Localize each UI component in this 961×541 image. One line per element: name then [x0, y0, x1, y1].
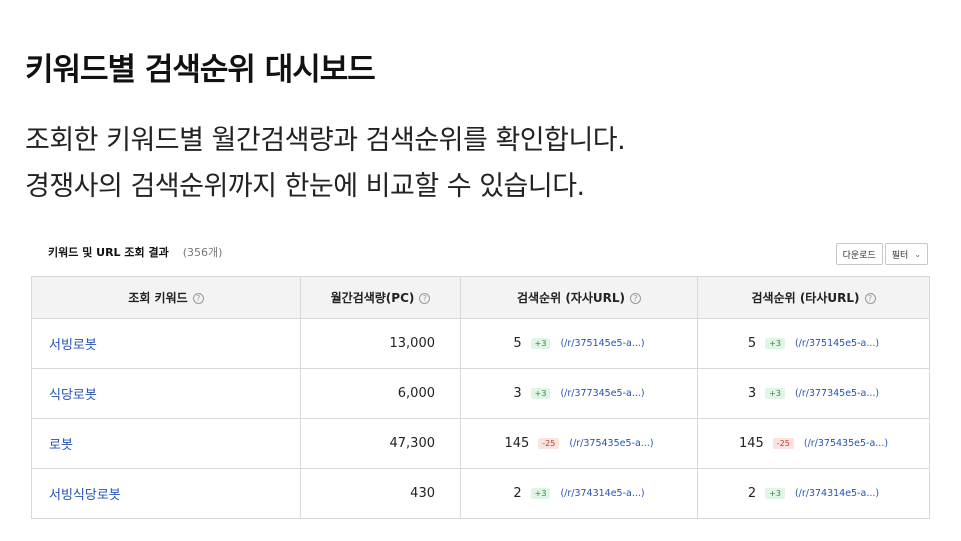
rank-number: 5 — [747, 336, 757, 351]
competitor-rank-cell: 145 -25 (/r/375435e5-a...) — [697, 418, 930, 469]
filter-label: 필터 — [891, 250, 909, 261]
keyword-link[interactable]: 서빙로봇 — [31, 318, 301, 369]
chevron-down-icon: ⌄ — [914, 249, 921, 259]
results-title: 키워드 및 URL 조회 결과 — [48, 246, 169, 259]
competitor-rank-cell: 5 +3 (/r/375145e5-a...) — [697, 318, 930, 369]
rank-number: 145 — [504, 436, 530, 451]
rank-url-link[interactable]: (/r/374314e5-a...) — [560, 488, 644, 499]
rank-number: 5 — [513, 336, 522, 351]
results-toolbar: 다운로드 필터 ⌄ — [835, 243, 928, 265]
help-icon[interactable]: ? — [419, 293, 431, 304]
rank-change-badge: +3 — [765, 338, 785, 349]
help-icon[interactable]: ? — [630, 293, 642, 304]
column-header-keyword: 조회 키워드? — [31, 276, 301, 319]
results-table: 조회 키워드? 월간검색량(PC)? 검색순위 (자사URL)? 검색순위 (타… — [31, 276, 930, 519]
table-row: 식당로봇 6,000 3 +3 (/r/377345e5-a...) 3 +3 (/r/… — [31, 368, 930, 419]
rank-change-badge: +3 — [765, 388, 785, 399]
competitor-rank-cell: 3 +3 (/r/377345e5-a...) — [697, 368, 930, 419]
rank-url-link[interactable]: (/r/377345e5-a...) — [795, 388, 879, 399]
rank-change-badge: +3 — [765, 488, 785, 499]
rank-url-link[interactable]: (/r/375435e5-a...) — [804, 438, 888, 449]
rank-change-badge: +3 — [530, 388, 551, 399]
competitor-rank-cell: 2 +3 (/r/374314e5-a...) — [697, 468, 930, 519]
description-line-2: 경쟁사의 검색순위까지 한눈에 비교할 수 있습니다. — [25, 171, 585, 202]
download-label: 다운로드 — [842, 250, 876, 261]
rank-number: 2 — [513, 486, 522, 501]
own-rank-cell: 5 +3 (/r/375145e5-a...) — [460, 318, 698, 369]
rank-number: 2 — [747, 486, 757, 501]
table-header-row: 조회 키워드? 월간검색량(PC)? 검색순위 (자사URL)? 검색순위 (타… — [31, 276, 930, 319]
monthly-volume: 6,000 — [300, 368, 461, 419]
filter-button[interactable]: 필터 ⌄ — [884, 243, 928, 265]
rank-number: 145 — [738, 436, 764, 451]
results-count: (356개) — [182, 246, 223, 259]
rank-change-badge: +3 — [530, 488, 551, 499]
keyword-link[interactable]: 식당로봇 — [31, 368, 301, 419]
rank-url-link[interactable]: (/r/375435e5-a...) — [569, 438, 653, 449]
table-row: 서빙식당로봇 430 2 +3 (/r/374314e5-a...) 2 +3 (/r/… — [31, 468, 930, 519]
page-title: 키워드별 검색순위 대시보드 — [25, 52, 376, 88]
rank-change-badge: +3 — [530, 338, 551, 349]
monthly-volume: 13,000 — [300, 318, 461, 369]
download-button[interactable]: 다운로드 — [835, 243, 883, 265]
rank-url-link[interactable]: (/r/375145e5-a...) — [560, 338, 644, 349]
page-description: 조회한 키워드별 월간검색량과 검색순위를 확인합니다. 경쟁사의 검색순위까지… — [25, 118, 626, 210]
monthly-volume: 47,300 — [300, 418, 461, 469]
column-header-volume: 월간검색량(PC)? — [300, 276, 461, 319]
monthly-volume: 430 — [300, 468, 461, 519]
keyword-link[interactable]: 서빙식당로봇 — [31, 468, 301, 519]
rank-url-link[interactable]: (/r/377345e5-a...) — [560, 388, 644, 399]
own-rank-cell: 145 -25 (/r/375435e5-a...) — [460, 418, 698, 469]
keyword-link[interactable]: 로봇 — [31, 418, 301, 469]
rank-number: 3 — [747, 386, 757, 401]
rank-change-badge: -25 — [538, 438, 560, 449]
results-header: 키워드 및 URL 조회 결과 (356개) — [48, 244, 222, 260]
help-icon[interactable]: ? — [192, 293, 204, 304]
description-line-1: 조회한 키워드별 월간검색량과 검색순위를 확인합니다. — [25, 125, 626, 156]
column-header-competitor-rank: 검색순위 (타사URL)? — [697, 276, 930, 319]
column-header-own-rank: 검색순위 (자사URL)? — [460, 276, 698, 319]
table-row: 로봇 47,300 145 -25 (/r/375435e5-a...) 145 -2… — [31, 418, 930, 469]
rank-url-link[interactable]: (/r/375145e5-a...) — [795, 338, 879, 349]
own-rank-cell: 2 +3 (/r/374314e5-a...) — [460, 468, 698, 519]
rank-change-badge: -25 — [772, 438, 794, 449]
help-icon[interactable]: ? — [864, 293, 876, 304]
table-row: 서빙로봇 13,000 5 +3 (/r/375145e5-a...) 5 +3 (/r… — [31, 318, 930, 369]
rank-number: 3 — [513, 386, 522, 401]
own-rank-cell: 3 +3 (/r/377345e5-a...) — [460, 368, 698, 419]
rank-url-link[interactable]: (/r/374314e5-a...) — [795, 488, 879, 499]
